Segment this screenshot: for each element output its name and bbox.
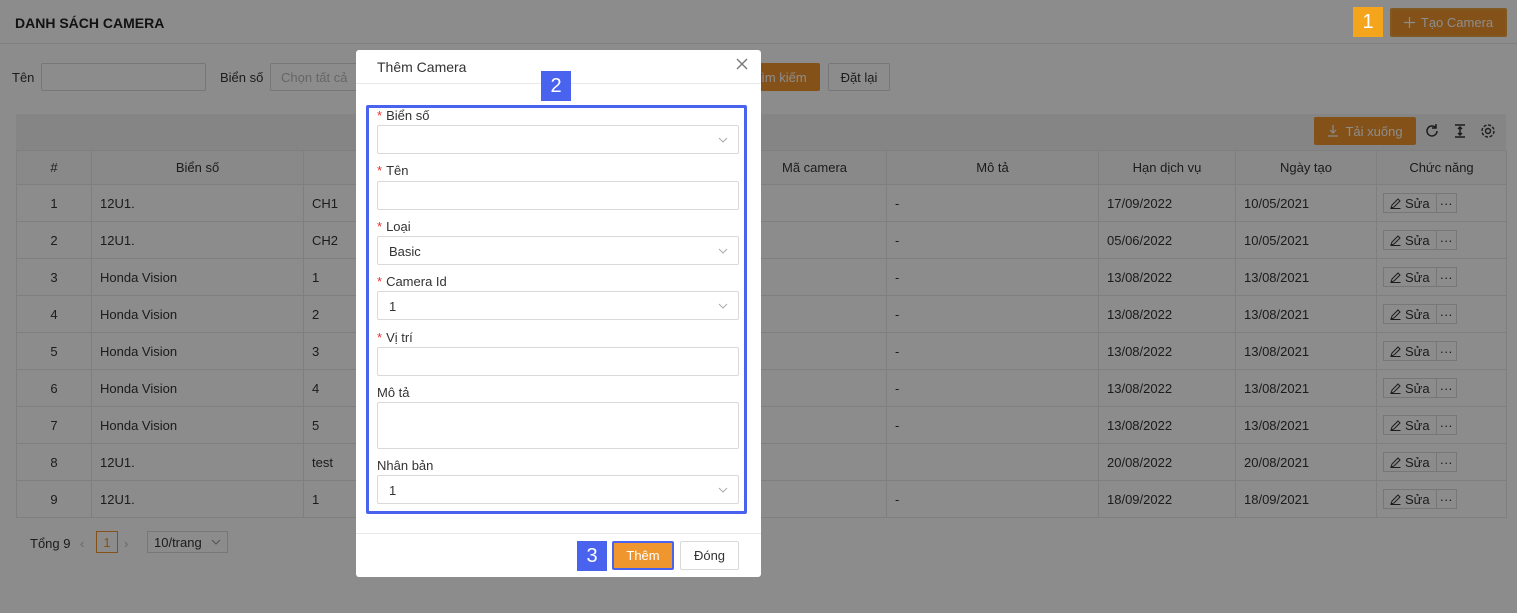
add-label: Thêm: [626, 548, 660, 563]
clone-select[interactable]: 1: [377, 475, 739, 504]
close-icon[interactable]: [735, 57, 749, 71]
camera-id-select[interactable]: 1: [377, 291, 739, 320]
camera-id-label-text: Camera Id: [386, 274, 447, 289]
camera-id-label: * Camera Id: [377, 274, 447, 289]
type-select-value: Basic: [389, 244, 421, 259]
type-label: * Loại: [377, 219, 411, 234]
clone-select-value: 1: [389, 483, 397, 498]
close-label: Đóng: [693, 548, 726, 563]
chevron-down-icon: [718, 248, 728, 254]
step-badge-1: 1: [1353, 7, 1383, 37]
clone-label-text: Nhân bản: [377, 458, 434, 473]
type-select[interactable]: Basic: [377, 236, 739, 265]
plate-label-text: Biển số: [386, 108, 430, 123]
add-camera-modal: Thêm Camera * Biển số * Tên * Loại Basic * C…: [356, 50, 761, 577]
step-badge-3: 3: [577, 541, 607, 571]
location-label: * Vị trí: [377, 330, 413, 345]
plate-select[interactable]: [377, 125, 739, 154]
required-mark: *: [377, 163, 383, 178]
type-label-text: Loại: [386, 219, 411, 234]
description-label: Mô tả: [377, 385, 410, 400]
step-badge-2: 2: [541, 71, 571, 101]
add-button[interactable]: Thêm: [612, 541, 674, 570]
chevron-down-icon: [718, 487, 728, 493]
modal-title: Thêm Camera: [377, 59, 467, 75]
required-mark: *: [377, 274, 383, 289]
camera-id-select-value: 1: [389, 299, 397, 314]
chevron-down-icon: [718, 137, 728, 143]
name-label: * Tên: [377, 163, 408, 178]
description-textarea[interactable]: [377, 402, 739, 449]
clone-label: Nhân bản: [377, 458, 433, 473]
location-label-text: Vị trí: [386, 330, 413, 345]
name-label-text: Tên: [386, 163, 409, 178]
close-button[interactable]: Đóng: [680, 541, 739, 570]
required-mark: *: [377, 219, 383, 234]
required-mark: *: [377, 330, 383, 345]
plate-label: * Biển số: [377, 108, 429, 123]
description-label-text: Mô tả: [377, 385, 410, 400]
location-input[interactable]: [377, 347, 739, 376]
chevron-down-icon: [718, 303, 728, 309]
required-mark: *: [377, 108, 383, 123]
name-input[interactable]: [377, 181, 739, 210]
